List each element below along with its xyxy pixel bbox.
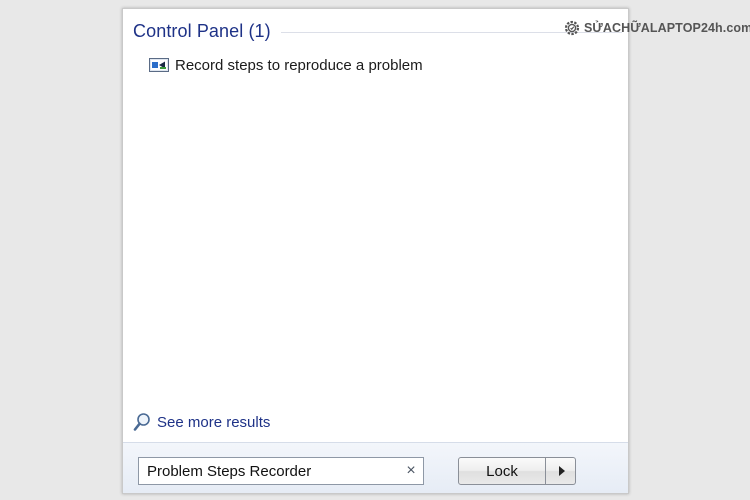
watermark: SỬACHỮALAPTOP24h.com	[563, 18, 750, 38]
start-search-input[interactable]: Problem Steps Recorder ×	[138, 457, 424, 485]
search-and-power-bar: Problem Steps Recorder × Lock	[123, 442, 628, 493]
clear-search-icon[interactable]: ×	[399, 458, 423, 484]
see-more-label: See more results	[157, 413, 271, 431]
gear-logo-icon	[563, 19, 581, 37]
search-input-value[interactable]: Problem Steps Recorder	[139, 463, 399, 480]
see-more-results-link[interactable]: See more results	[133, 411, 270, 433]
result-record-steps[interactable]: Record steps to reproduce a problem	[149, 54, 423, 76]
steps-recorder-icon	[149, 57, 169, 73]
section-title[interactable]: Control Panel (1)	[133, 21, 271, 42]
lock-button-label: Lock	[486, 462, 518, 480]
start-menu-search-panel: Control Panel (1) Record steps to reprod…	[122, 8, 629, 494]
watermark-text: SỬACHỮALAPTOP24h.com	[584, 21, 750, 35]
control-panel-section-header: Control Panel (1)	[133, 19, 622, 43]
power-button-group: Lock	[458, 457, 576, 485]
lock-button[interactable]: Lock	[458, 457, 546, 485]
power-options-button[interactable]	[546, 457, 576, 485]
result-label: Record steps to reproduce a problem	[175, 56, 423, 74]
magnifier-icon	[133, 412, 151, 432]
chevron-right-icon	[558, 466, 565, 476]
